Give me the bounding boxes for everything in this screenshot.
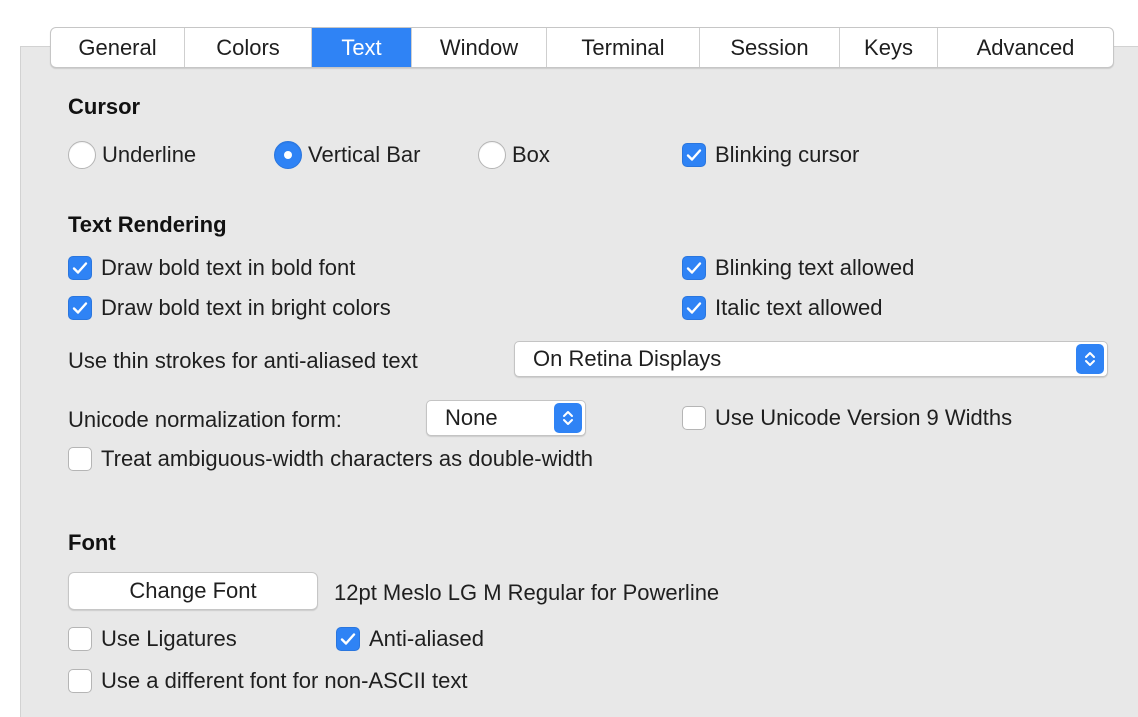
checkbox-icon[interactable]: [682, 406, 706, 430]
anti-aliased-label: Anti-aliased: [369, 626, 484, 651]
italic-text-checkbox[interactable]: Italic text allowed: [682, 293, 883, 323]
vertical-bar-radio-indicator[interactable]: [274, 141, 302, 169]
ambiguous-width-checkbox[interactable]: Treat ambiguous-width characters as doub…: [68, 444, 593, 474]
blinking-cursor-label: Blinking cursor: [715, 142, 860, 167]
chevron-updown-icon[interactable]: [554, 403, 582, 433]
checkbox-icon[interactable]: [68, 447, 92, 471]
bold-font-checkbox[interactable]: Draw bold text in bold font: [68, 253, 355, 283]
ligatures-label: Use Ligatures: [101, 626, 237, 651]
tab-terminal[interactable]: Terminal: [547, 28, 700, 67]
thin-strokes-value: On Retina Displays: [533, 346, 722, 371]
box-label: Box: [512, 142, 550, 167]
blinking-text-checkbox[interactable]: Blinking text allowed: [682, 253, 914, 283]
ambiguous-width-label: Treat ambiguous-width characters as doub…: [101, 446, 593, 471]
vertical-bar-radio[interactable]: Vertical Bar: [274, 140, 421, 170]
normalization-popup[interactable]: None: [426, 400, 586, 436]
vertical-bar-label: Vertical Bar: [308, 142, 421, 167]
blinking-text-label: Blinking text allowed: [715, 255, 915, 280]
font-section-title: Font: [68, 530, 116, 555]
checkmark-icon[interactable]: [68, 296, 92, 320]
unicode9-label: Use Unicode Version 9 Widths: [715, 405, 1013, 430]
tab-session[interactable]: Session: [700, 28, 840, 67]
tab-window[interactable]: Window: [412, 28, 547, 67]
chevron-updown-icon[interactable]: [1076, 344, 1104, 374]
underline-radio[interactable]: Underline: [68, 140, 196, 170]
tab-keys[interactable]: Keys: [840, 28, 938, 67]
checkmark-icon[interactable]: [682, 256, 706, 280]
ligatures-checkbox[interactable]: Use Ligatures: [68, 624, 237, 654]
italic-text-label: Italic text allowed: [715, 295, 883, 320]
unicode9-checkbox[interactable]: Use Unicode Version 9 Widths: [682, 403, 1012, 433]
checkmark-icon[interactable]: [336, 627, 360, 651]
bright-colors-label: Draw bold text in bright colors: [101, 295, 391, 320]
tab-text[interactable]: Text: [312, 28, 412, 67]
bold-font-label: Draw bold text in bold font: [101, 255, 356, 280]
non-ascii-font-label: Use a different font for non-ASCII text: [101, 668, 468, 693]
tab-colors[interactable]: Colors: [185, 28, 312, 67]
checkbox-icon[interactable]: [68, 669, 92, 693]
current-font-label: 12pt Meslo LG M Regular for Powerline: [334, 580, 720, 605]
cursor-section-title: Cursor: [68, 94, 141, 119]
thin-strokes-label: Use thin strokes for anti-aliased text: [68, 348, 418, 373]
tab-bar: General Colors Text Window Terminal Sess…: [50, 27, 1114, 68]
checkmark-icon[interactable]: [682, 143, 706, 167]
checkmark-icon[interactable]: [682, 296, 706, 320]
box-radio[interactable]: Box: [478, 140, 550, 170]
checkmark-icon[interactable]: [68, 256, 92, 280]
underline-radio-indicator[interactable]: [68, 141, 96, 169]
checkbox-icon[interactable]: [68, 627, 92, 651]
normalization-value: None: [445, 405, 498, 430]
underline-label: Underline: [102, 142, 197, 167]
box-radio-indicator[interactable]: [478, 141, 506, 169]
thin-strokes-popup[interactable]: On Retina Displays: [514, 341, 1108, 377]
normalization-label: Unicode normalization form:: [68, 407, 342, 432]
text-rendering-section-title: Text Rendering: [68, 212, 227, 237]
change-font-button[interactable]: Change Font: [68, 572, 318, 610]
tab-advanced[interactable]: Advanced: [938, 28, 1113, 67]
bright-colors-checkbox[interactable]: Draw bold text in bright colors: [68, 293, 391, 323]
non-ascii-font-checkbox[interactable]: Use a different font for non-ASCII text: [68, 666, 467, 696]
blinking-cursor-checkbox[interactable]: Blinking cursor: [682, 140, 859, 170]
tab-general[interactable]: General: [51, 28, 185, 67]
anti-aliased-checkbox[interactable]: Anti-aliased: [336, 624, 484, 654]
